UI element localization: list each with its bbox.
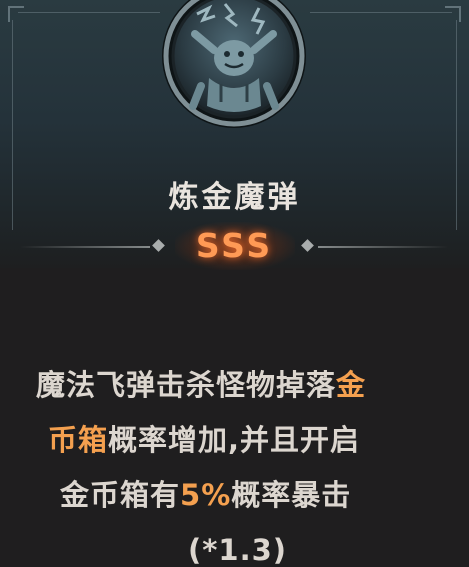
description-highlight: 5% [180,478,232,512]
description-line-1: 魔法飞弹击杀怪物掉落金 [36,358,456,413]
description-text: 金币箱有 [60,478,181,512]
description-highlight: 币箱 [48,423,109,457]
description-text: 概率暴击 [231,478,352,512]
description-multiplier: (*1.3) [188,533,288,567]
skill-card: 炼金魔弹 SSS 魔法飞弹击杀怪物掉落金 币箱概率增加,并且开启 金币箱有5%概… [0,0,469,567]
frame-corner-top-left [8,6,24,22]
skill-name: 炼金魔弹 [168,180,301,215]
description-text: 概率增加,并且开启 [108,423,361,457]
description-line-3: 金币箱有5%概率暴击 [36,468,456,523]
frame-top-left-line [18,12,160,13]
skill-grade: SSS [195,226,274,265]
description-line-2: 币箱概率增加,并且开启 [36,413,456,468]
description-text: 魔法飞弹击杀怪物掉落 [36,368,337,402]
description-highlight: 金 [336,368,367,402]
skill-description: 魔法飞弹击杀怪物掉落金 币箱概率增加,并且开启 金币箱有5%概率暴击 (*1.3… [36,358,456,567]
frame-corner-top-right [445,6,461,22]
description-line-4: (*1.3) [36,523,456,567]
frame-top-right-line [310,12,452,13]
alchemy-golem-icon [157,0,311,132]
